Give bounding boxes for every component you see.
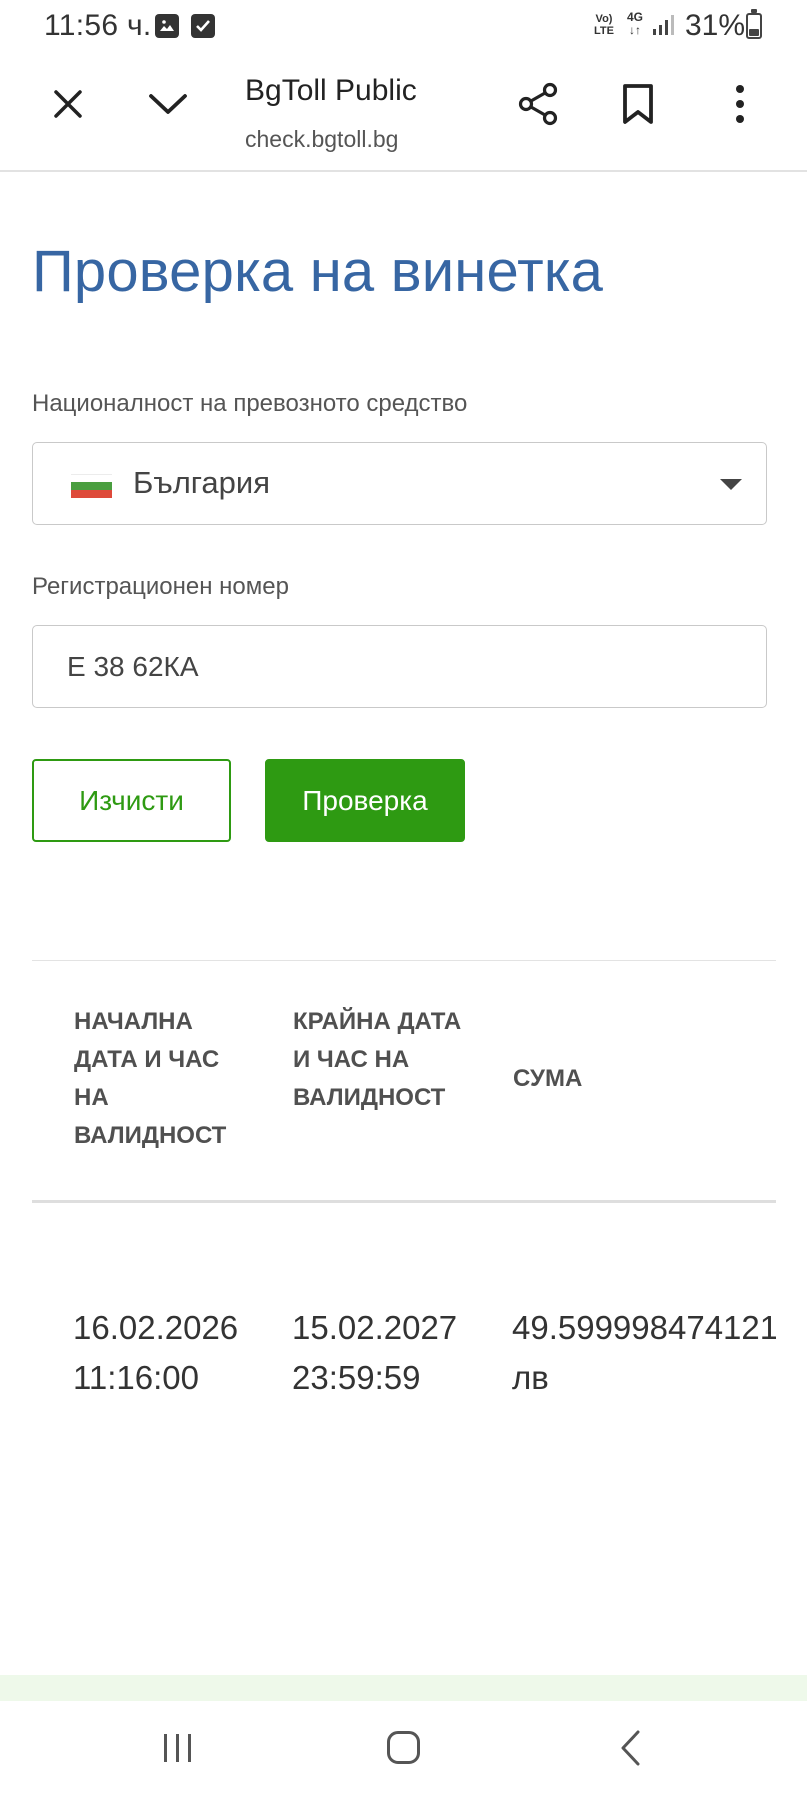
- status-bar: 11:56 ч. Vo) LTE 4G ↓↑ 31%: [0, 0, 807, 52]
- start-time: 11:16:00: [73, 1359, 200, 1396]
- close-icon: [54, 90, 82, 118]
- bookmark-icon: [623, 84, 653, 124]
- share-icon: [518, 82, 558, 126]
- battery-percent: 31%: [685, 9, 746, 42]
- bookmark-button[interactable]: [608, 74, 668, 134]
- home-button[interactable]: [387, 1731, 420, 1764]
- amount-currency: лв: [512, 1359, 549, 1396]
- back-button[interactable]: [618, 1729, 642, 1772]
- registration-field-wrapper: [32, 625, 767, 708]
- start-date: 16.02.2026: [73, 1309, 239, 1346]
- end-time: 23:59:59: [292, 1359, 421, 1396]
- amount-value: 49.59999847412109: [512, 1309, 776, 1346]
- bulgaria-flag-icon: [71, 474, 112, 498]
- network-type: 4G ↓↑: [626, 10, 643, 37]
- clear-button[interactable]: Изчисти: [32, 759, 231, 842]
- amount-cell: 49.59999847412109 лв: [512, 1303, 776, 1403]
- header-end-validity: КРАЙНА ДАТА И ЧАС НА ВАЛИДНОСТ: [293, 1008, 462, 1111]
- back-icon: [621, 1730, 640, 1766]
- chevron-down-icon: [149, 94, 187, 114]
- more-vert-icon: [736, 85, 744, 123]
- collapse-button[interactable]: [138, 74, 198, 134]
- page-heading: Проверка на винетка: [32, 239, 604, 304]
- header-start-validity: НАЧАЛНА ДАТА И ЧАС НА ВАЛИДНОСТ: [74, 1008, 227, 1149]
- system-navigation-bar: [0, 1701, 807, 1800]
- nationality-label: Националност на превозното средство: [32, 390, 468, 417]
- registration-label: Регистрационен номер: [32, 573, 289, 600]
- header-amount: СУМА: [513, 1065, 583, 1092]
- signal-icon: [652, 14, 676, 41]
- battery-icon: [746, 9, 762, 39]
- registration-input[interactable]: [33, 626, 766, 707]
- end-validity-cell: 15.02.2027 23:59:59: [292, 1303, 457, 1403]
- checkbox-notification-icon: [191, 14, 215, 38]
- recent-apps-button[interactable]: [160, 1731, 196, 1765]
- more-options-button[interactable]: [710, 74, 770, 134]
- browser-toolbar: BgToll Public check.bgtoll.bg: [0, 52, 807, 172]
- volte-indicator: Vo) LTE: [594, 13, 614, 37]
- page-title-bar: BgToll Public: [245, 74, 417, 107]
- dropdown-caret-icon: [720, 479, 742, 490]
- table-header-divider: [32, 1200, 776, 1203]
- check-button[interactable]: Проверка: [265, 759, 465, 842]
- table-top-divider: [32, 960, 776, 961]
- start-validity-cell: 16.02.2026 11:16:00: [73, 1303, 238, 1403]
- share-button[interactable]: [508, 74, 568, 134]
- end-date: 15.02.2027: [292, 1309, 458, 1346]
- footer-strip: [0, 1675, 807, 1701]
- url-text[interactable]: check.bgtoll.bg: [245, 126, 398, 153]
- status-time: 11:56 ч.: [44, 9, 152, 42]
- nationality-value: България: [133, 465, 271, 500]
- close-button[interactable]: [38, 74, 98, 134]
- image-notification-icon: [155, 14, 179, 38]
- nationality-select[interactable]: България: [32, 442, 767, 525]
